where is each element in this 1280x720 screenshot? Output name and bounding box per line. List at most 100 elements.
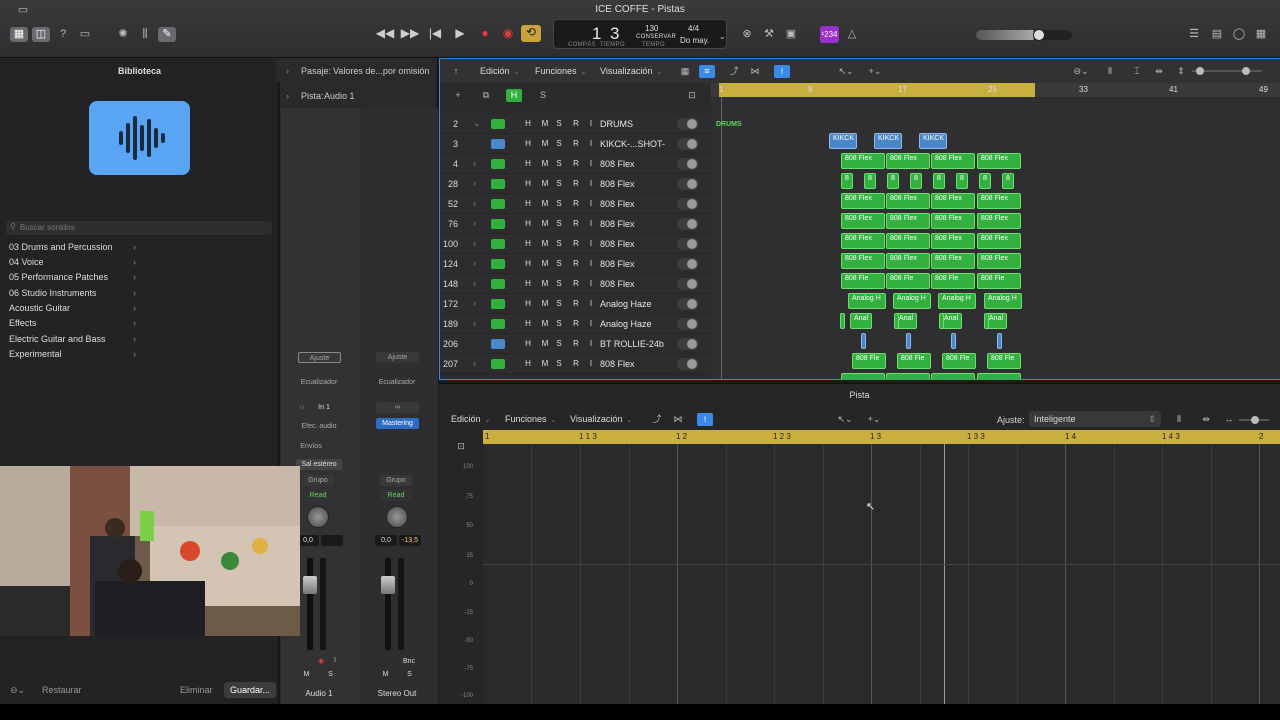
- chevron-right-icon[interactable]: ›: [473, 198, 476, 208]
- track-name[interactable]: 808 Flex: [600, 239, 635, 249]
- track-button[interactable]: H: [522, 159, 534, 168]
- library-item[interactable]: Electric Guitar and Bass ›: [9, 332, 139, 347]
- pointer-tool-icon[interactable]: ↖⌄: [835, 65, 857, 78]
- editor-pencil-icon[interactable]: ✎: [158, 27, 176, 42]
- region[interactable]: [984, 313, 989, 329]
- catch-icon[interactable]: ⊡: [684, 89, 700, 102]
- track-button[interactable]: R: [570, 199, 582, 208]
- play-icon[interactable]: ▶: [450, 26, 470, 40]
- track-button[interactable]: R: [570, 119, 582, 128]
- forward-icon[interactable]: ▶▶: [400, 26, 420, 40]
- track-name[interactable]: KIKCK-...SHOT-: [600, 139, 665, 149]
- eq-button[interactable]: Ecualizador: [374, 377, 420, 388]
- track-button[interactable]: S: [553, 139, 565, 148]
- track-button[interactable]: I: [585, 339, 597, 348]
- region[interactable]: 8: [979, 173, 991, 189]
- track-on-off-toggle[interactable]: [677, 178, 699, 190]
- track-button[interactable]: M: [539, 299, 551, 308]
- flex-icon[interactable]: ⋈: [747, 65, 763, 78]
- track-on-off-toggle[interactable]: [677, 118, 699, 130]
- solo-global-button[interactable]: S: [535, 89, 551, 102]
- list-editors-icon[interactable]: ☰: [1185, 27, 1203, 42]
- track-row[interactable]: 207 › H M S R I 808 Flex: [440, 354, 710, 374]
- library-item[interactable]: 04 Voice ›: [9, 255, 139, 270]
- editor-ruler[interactable]: 1 1 1 3 1 2 1 2 3 1 3 1 3 3 1 4 1 4 3 2: [483, 430, 1280, 444]
- region[interactable]: 808 Flex: [931, 153, 975, 169]
- track-on-off-toggle[interactable]: [677, 138, 699, 150]
- track-row[interactable]: 189 › H M S R I Analog Haze: [440, 314, 710, 334]
- chevron-right-icon[interactable]: ›: [473, 258, 476, 268]
- track-button[interactable]: R: [570, 339, 582, 348]
- track-name[interactable]: Analog Haze: [600, 299, 652, 309]
- menu-view[interactable]: Visualización ⌄: [600, 66, 662, 76]
- library-item[interactable]: Acoustic Guitar ›: [9, 301, 139, 316]
- track-button[interactable]: H: [522, 319, 534, 328]
- region[interactable]: 8: [841, 173, 853, 189]
- track-button[interactable]: R: [570, 259, 582, 268]
- chevron-right-icon[interactable]: ›: [473, 218, 476, 228]
- sends-slot[interactable]: Envíos: [296, 441, 326, 452]
- region[interactable]: KIKCK: [874, 133, 902, 149]
- volume-fader-track[interactable]: [385, 558, 391, 650]
- track-button[interactable]: R: [570, 139, 582, 148]
- pan-knob[interactable]: [386, 506, 408, 528]
- region[interactable]: 8: [864, 173, 876, 189]
- zoom-arrows-icon[interactable]: ↔: [1221, 413, 1237, 426]
- tuner-icon[interactable]: ⚒: [760, 27, 778, 42]
- help-icon[interactable]: ?: [54, 27, 72, 42]
- menu-edit[interactable]: Edición ⌄: [480, 66, 519, 76]
- snap-select[interactable]: Inteligente ⇕: [1029, 411, 1161, 427]
- region[interactable]: Analog H: [938, 293, 976, 309]
- notepad-icon[interactable]: ▤: [1208, 27, 1226, 42]
- track-on-off-toggle[interactable]: [677, 358, 699, 370]
- duplicate-track-icon[interactable]: ⧉: [478, 89, 494, 102]
- region[interactable]: 808 Flex: [886, 153, 930, 169]
- track-button[interactable]: I: [585, 219, 597, 228]
- track-button[interactable]: H: [522, 279, 534, 288]
- region[interactable]: 808 Flex: [886, 213, 930, 229]
- region[interactable]: 808 Fle: [841, 273, 885, 289]
- track-name[interactable]: Analog Haze: [600, 319, 652, 329]
- region[interactable]: 808 Flex: [931, 233, 975, 249]
- track-name[interactable]: BT ROLLIE-24b: [600, 339, 664, 349]
- track-row[interactable]: 4 › H M S R I 808 Flex: [440, 154, 710, 174]
- grid-view-icon[interactable]: ▦: [677, 65, 693, 78]
- solo-button[interactable]: S: [324, 669, 337, 680]
- go-to-start-icon[interactable]: |◀: [425, 26, 445, 40]
- audio-fx-slot[interactable]: Efec. audio: [296, 421, 342, 432]
- track-button[interactable]: R: [570, 299, 582, 308]
- track-button[interactable]: R: [570, 239, 582, 248]
- playhead[interactable]: [721, 97, 722, 379]
- mixer-icon[interactable]: ⫼: [136, 27, 154, 42]
- library-item[interactable]: 03 Drums and Percussion ›: [9, 240, 139, 255]
- toolbar-icon[interactable]: ▭: [76, 27, 94, 42]
- track-button[interactable]: M: [539, 339, 551, 348]
- region[interactable]: [861, 333, 866, 349]
- track-button[interactable]: H: [522, 179, 534, 188]
- zoom-menu-icon[interactable]: ⊖⌄: [1070, 65, 1092, 78]
- zoom-slider-knob[interactable]: [1242, 67, 1250, 75]
- track-button[interactable]: H: [522, 299, 534, 308]
- list-view-icon[interactable]: ≡: [699, 65, 715, 78]
- input-format-icon[interactable]: ○: [298, 402, 306, 413]
- region[interactable]: KIKCK: [829, 133, 857, 149]
- track-button[interactable]: H: [522, 239, 534, 248]
- arrange-area[interactable]: 1 9 17 25 33 41 49 DRUMS KIKCK KIKCK KIKCK…: [711, 83, 1280, 379]
- chevron-right-icon[interactable]: ›: [473, 158, 476, 168]
- region[interactable]: 808 Flex: [886, 253, 930, 269]
- sidebar-icon[interactable]: ▭: [14, 3, 32, 18]
- replace-record-icon[interactable]: ◉: [498, 26, 518, 40]
- region[interactable]: 8: [1002, 173, 1014, 189]
- automation-mode[interactable]: Read: [302, 490, 334, 501]
- track-on-off-toggle[interactable]: [677, 218, 699, 230]
- editor-playhead[interactable]: [944, 444, 945, 705]
- inspector-toggle-icon[interactable]: ◫: [32, 27, 50, 42]
- waveform-zoom-icon[interactable]: ⫴: [1171, 413, 1187, 426]
- track-row[interactable]: 76 › H M S R I 808 Flex: [440, 214, 710, 234]
- region[interactable]: 808 Flex: [977, 153, 1021, 169]
- region[interactable]: 808 Flex: [931, 193, 975, 209]
- track-button[interactable]: I: [585, 299, 597, 308]
- track-row[interactable]: 148 › H M S R I 808 Flex: [440, 274, 710, 294]
- region[interactable]: [977, 373, 1021, 379]
- lcd-display[interactable]: 1 3 COMPÁS TIEMPO 130 CONSERVAR TEMPO 4/…: [553, 19, 727, 49]
